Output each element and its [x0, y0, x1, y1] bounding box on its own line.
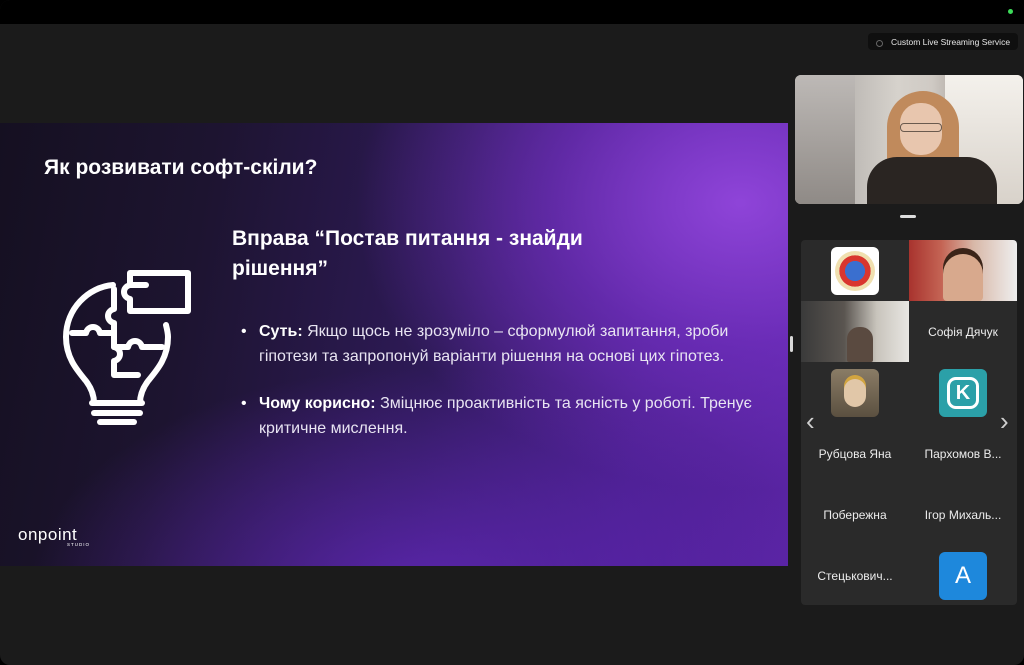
organization-logo: [831, 246, 879, 295]
speaker-video[interactable]: [795, 75, 1023, 204]
participant-avatar: K: [939, 368, 987, 417]
participant-tile[interactable]: Стецькович...: [801, 545, 909, 605]
live-stream-badge[interactable]: Custom Live Streaming Service: [868, 33, 1018, 50]
bullet-benefit: Чому корисно: Зміцнює проактивність та я…: [240, 391, 760, 441]
participant-tile[interactable]: A: [909, 545, 1017, 605]
onpoint-logo: onpoint STUDIO: [18, 525, 98, 547]
k-logo-icon: K: [947, 376, 979, 409]
stream-label: Custom Live Streaming Service: [891, 36, 1011, 47]
slide-title: Як розвивати софт-скіли?: [44, 156, 318, 179]
participant-gallery: Софія Дячук K Рубцова Яна Пархомов В... …: [801, 240, 1017, 605]
logo-sub: STUDIO: [66, 542, 90, 547]
meeting-window: Custom Live Streaming Service Як розвива…: [0, 0, 1024, 665]
bullet-text: Якщо щось не зрозуміло – сформулюй запит…: [259, 323, 729, 365]
lightbulb-puzzle-icon: [63, 270, 191, 425]
broadcast-icon: [875, 37, 885, 47]
video-pager-indicator[interactable]: [900, 215, 916, 218]
participant-name: Побережна: [823, 507, 887, 522]
bullet-list: Суть: Якщо щось не зрозуміло – сформулюй…: [240, 319, 760, 463]
participant-video-tile[interactable]: [909, 240, 1017, 301]
participant-avatar: A: [939, 551, 987, 600]
title-bar: [0, 0, 1024, 24]
participant-name-tile[interactable]: Рубцова Яна: [801, 423, 909, 484]
participant-name: Пархомов В...: [924, 446, 1002, 461]
next-page-icon[interactable]: ›: [1000, 408, 1009, 434]
participant-tile[interactable]: [801, 362, 909, 423]
participant-name: Стецькович...: [817, 568, 893, 583]
status-indicator: [1008, 9, 1013, 14]
participant-avatar: [831, 368, 879, 417]
participant-tile[interactable]: Побережна: [801, 484, 909, 545]
exercise-title: Вправа “Постав питання - знайди рішення”: [232, 227, 583, 280]
participant-tile[interactable]: Софія Дячук: [909, 301, 1017, 362]
participant-name: Рубцова Яна: [818, 446, 892, 461]
bullet-label: Суть:: [259, 323, 303, 340]
shared-slide: Як розвивати софт-скіли? Вправа “Постав …: [0, 123, 788, 566]
participant-video-tile[interactable]: [801, 301, 909, 362]
resize-handle[interactable]: [790, 336, 793, 352]
previous-page-icon[interactable]: ‹: [806, 408, 815, 434]
bullet-label: Чому корисно:: [259, 395, 376, 412]
participant-name: Софія Дячук: [928, 324, 998, 339]
participant-name: Ігор Михаль...: [924, 507, 1002, 522]
participant-tile[interactable]: [801, 240, 909, 301]
participant-tile[interactable]: Ігор Михаль...: [909, 484, 1017, 545]
bullet-essence: Суть: Якщо щось не зрозуміло – сформулюй…: [240, 319, 760, 369]
